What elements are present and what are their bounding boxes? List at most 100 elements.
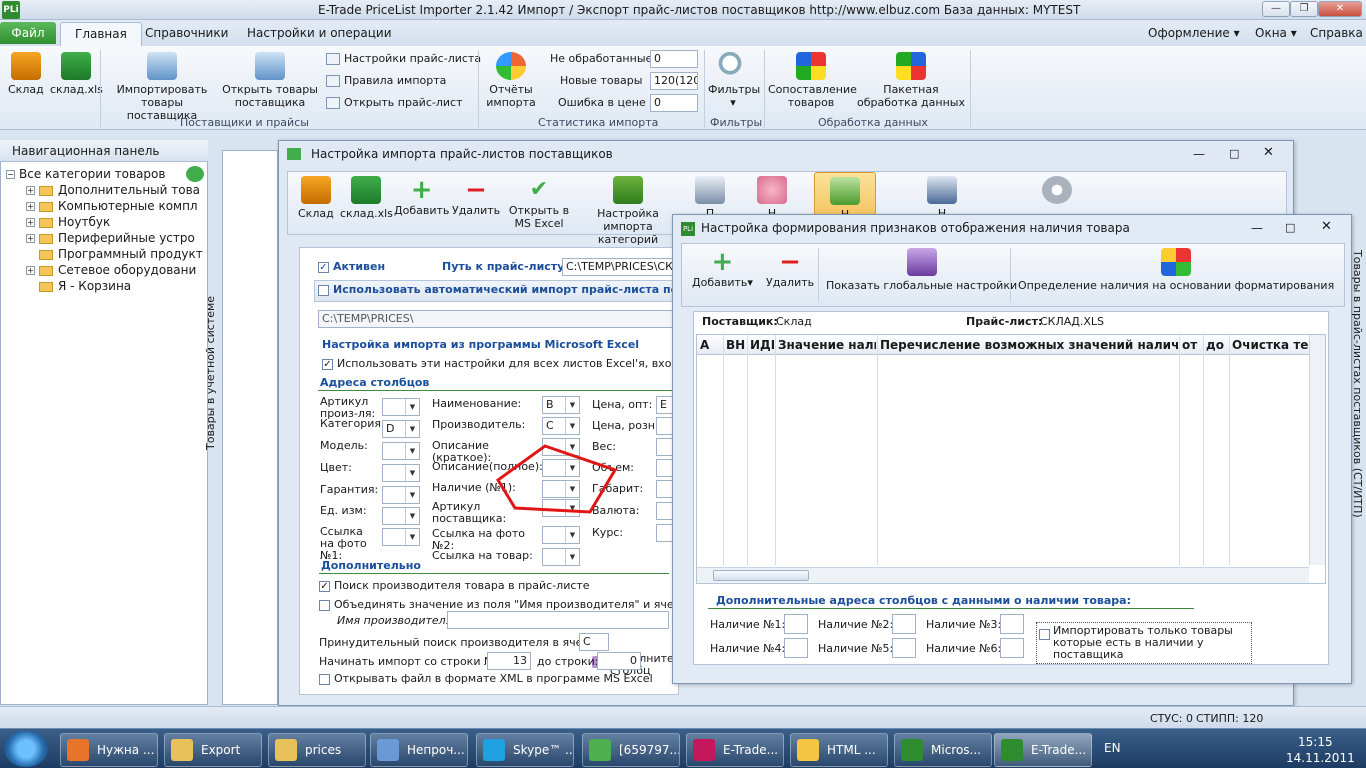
import-goods-button[interactable]: Импортировать товары поставщика — [106, 52, 218, 122]
warehouse-button[interactable]: Склад — [8, 52, 44, 96]
filters-button[interactable]: Фильтры ▾ — [708, 52, 760, 109]
tree-item-basket[interactable]: Я - Корзина — [39, 278, 131, 294]
expand-icon[interactable]: + — [26, 202, 35, 211]
taskbar-item[interactable]: Нужна ... — [60, 733, 158, 767]
avail-delete-button[interactable]: − Удалить — [766, 248, 814, 289]
taskbar-item[interactable]: prices — [268, 733, 366, 767]
start-row-input[interactable]: 13 — [487, 652, 531, 670]
tree-root[interactable]: − Все категории товаров — [6, 166, 165, 182]
force-search-input[interactable]: C — [579, 633, 609, 651]
column-combo[interactable]: ▼ — [382, 464, 420, 482]
grid-column-header[interactable]: до — [1206, 338, 1228, 352]
column-combo[interactable]: ▼ — [382, 398, 420, 416]
expand-icon[interactable]: + — [26, 266, 35, 275]
chevron-down-icon[interactable]: ▼ — [405, 399, 419, 415]
tab-references[interactable]: Справочники — [145, 26, 228, 40]
taskbar-item[interactable]: Micros... — [894, 733, 992, 767]
checkbox-unchecked[interactable] — [319, 673, 330, 685]
open-xml-checkbox[interactable]: Открывать файл в формате XML в программе… — [319, 672, 653, 685]
grid-column-header[interactable]: Очистка текс — [1232, 338, 1308, 352]
collapse-icon[interactable]: − — [6, 170, 15, 179]
close-button[interactable]: ✕ — [1318, 1, 1362, 17]
tree-item[interactable]: + Дополнительный това — [26, 182, 200, 198]
checkbox-checked[interactable]: ✓ — [318, 261, 329, 273]
grid-hscrollbar[interactable] — [697, 567, 1309, 583]
checkbox-checked[interactable]: ✓ — [319, 580, 330, 592]
taskbar-item[interactable]: E-Trade... — [686, 733, 784, 767]
window-close-button[interactable]: ✕ — [1321, 219, 1332, 234]
availability-input[interactable] — [784, 638, 808, 658]
vendor-name-input[interactable] — [447, 611, 669, 629]
column-combo[interactable]: ▼ — [542, 548, 580, 566]
avail-add-button[interactable]: + Добавить▾ — [692, 248, 753, 289]
auto-import-checkbox[interactable]: Использовать автоматический импорт прайс… — [318, 283, 698, 296]
tree-item[interactable]: + Сетевое оборудовани — [26, 262, 196, 278]
chevron-down-icon[interactable]: ▼ — [405, 529, 419, 545]
availability-input[interactable] — [892, 614, 916, 634]
window-close-button[interactable]: ✕ — [1263, 145, 1274, 160]
expand-icon[interactable]: + — [26, 218, 35, 227]
tb-add-button[interactable]: + Добавить — [394, 176, 449, 217]
availability-input[interactable] — [892, 638, 916, 658]
taskbar-item[interactable]: Export — [164, 733, 262, 767]
tb-category-import-button[interactable]: Настройка импорта категорий — [576, 176, 680, 246]
window-minimize-button[interactable]: — — [1251, 221, 1263, 235]
checkbox-checked[interactable]: ✓ — [322, 358, 333, 370]
import-only-available-checkbox[interactable]: Импортировать только товары которые есть… — [1036, 622, 1252, 664]
column-combo[interactable]: B ▼ — [542, 396, 580, 414]
price-path-input[interactable]: C:\TEMP\PRICES\СКЛ — [562, 258, 682, 276]
checkbox-unchecked[interactable] — [319, 599, 330, 611]
file-tab[interactable]: Файл — [0, 22, 56, 44]
tb-delete-button[interactable]: − Удалить — [452, 176, 500, 217]
reports-button[interactable]: Отчёты импорта — [484, 52, 538, 109]
chevron-down-icon[interactable]: ▼ — [405, 443, 419, 459]
help-menu[interactable]: Справка ▾ — [1310, 26, 1366, 40]
tree-item[interactable]: + Периферийные устро — [26, 230, 195, 246]
warehouse-xls-button[interactable]: склад.xls — [50, 52, 103, 96]
expand-icon[interactable]: + — [26, 186, 35, 195]
chevron-down-icon[interactable]: ▼ — [405, 421, 419, 437]
column-combo[interactable]: ▼ — [382, 528, 420, 546]
minimize-button[interactable]: — — [1262, 1, 1290, 17]
chevron-down-icon[interactable]: ▼ — [565, 397, 579, 413]
windows-menu[interactable]: Окна ▾ — [1255, 26, 1297, 40]
availability-input[interactable] — [1000, 614, 1024, 634]
chevron-down-icon[interactable]: ▼ — [565, 527, 579, 543]
chevron-down-icon[interactable]: ▼ — [565, 418, 579, 434]
end-row-input[interactable]: 0 — [597, 652, 641, 670]
tb-warehouse-button[interactable]: Склад — [298, 176, 334, 220]
grid-column-header[interactable]: ИДН — [750, 338, 774, 352]
taskbar-item[interactable]: Skype™ ... — [476, 733, 574, 767]
tb-open-excel-button[interactable]: ✔ Открыть в MS Excel — [508, 176, 570, 230]
refresh-icon[interactable] — [186, 166, 204, 182]
tree-item[interactable]: + Ноутбук — [26, 214, 110, 230]
taskbar-item[interactable]: [659797... — [582, 733, 680, 767]
tree-item[interactable]: Программный продукт — [39, 246, 203, 262]
chevron-down-icon[interactable]: ▼ — [565, 549, 579, 565]
tab-settings[interactable]: Настройки и операции — [247, 26, 392, 40]
tb-xls-button[interactable]: склад.xls — [340, 176, 393, 220]
column-combo[interactable]: ▼ — [382, 507, 420, 525]
price-settings-button[interactable]: Настройки прайс-листа — [326, 52, 481, 65]
format-availability-button[interactable]: Определение наличия на основании формати… — [1018, 248, 1334, 292]
availability-input[interactable] — [784, 614, 808, 634]
grid-column-header[interactable]: ВН — [726, 338, 746, 352]
import-rules-button[interactable]: Правила импорта — [326, 74, 446, 87]
grid-column-header[interactable]: Значение налич — [778, 338, 876, 352]
tab-main[interactable]: Главная — [60, 22, 142, 46]
appearance-menu[interactable]: Оформление ▾ — [1148, 26, 1240, 40]
taskbar-item[interactable]: Непроч... — [370, 733, 468, 767]
maximize-button[interactable]: ❐ — [1290, 1, 1318, 17]
window-maximize-button[interactable]: □ — [1285, 221, 1295, 234]
open-goods-button[interactable]: Открыть товары поставщика — [222, 52, 318, 109]
tree-item[interactable]: + Компьютерные компл — [26, 198, 198, 214]
merge-vendor-checkbox[interactable]: Объединять значение из поля "Имя произво… — [319, 598, 718, 611]
column-combo[interactable]: ▼ — [382, 442, 420, 460]
expand-icon[interactable]: + — [26, 234, 35, 243]
compare-button[interactable]: Сопоставление товаров — [768, 52, 857, 109]
use-all-sheets-checkbox[interactable]: ✓ Использовать эти настройки для всех лис… — [322, 357, 710, 370]
chevron-down-icon[interactable]: ▼ — [405, 508, 419, 524]
chevron-down-icon[interactable]: ▼ — [405, 465, 419, 481]
column-combo[interactable]: ▼ — [542, 526, 580, 544]
grid-column-header[interactable]: A — [700, 338, 722, 352]
